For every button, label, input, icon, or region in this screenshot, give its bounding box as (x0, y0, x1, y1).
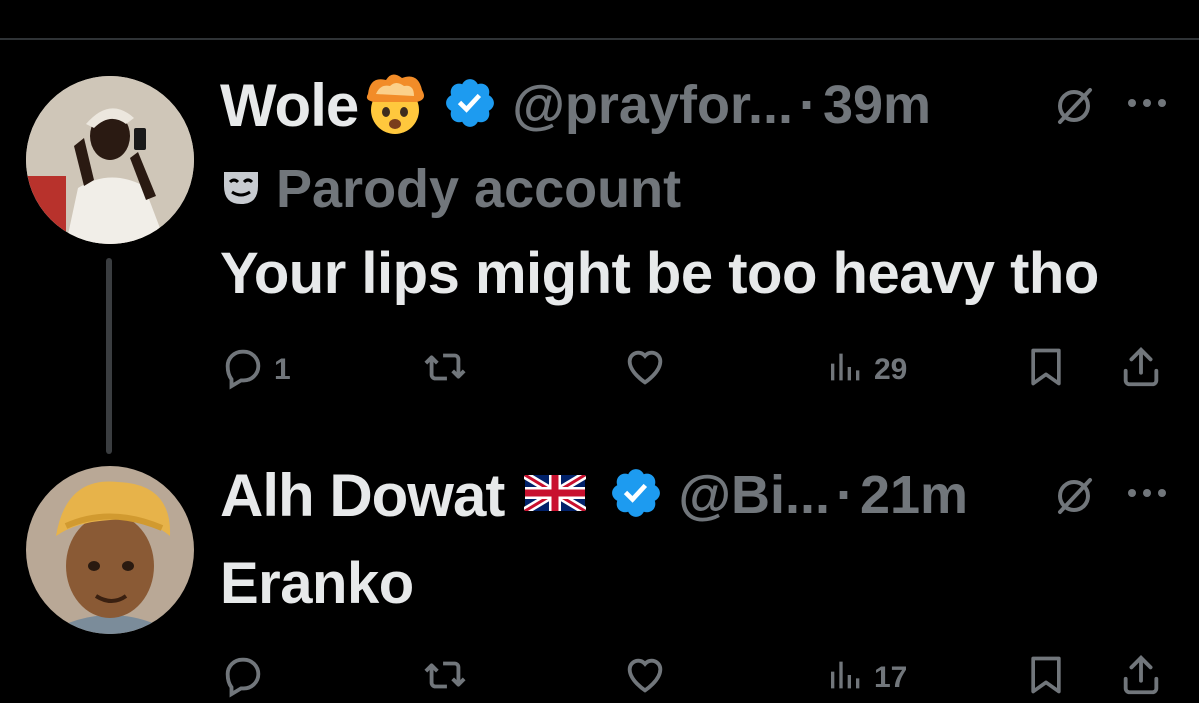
more-options-icon[interactable] (1126, 486, 1168, 505)
like-button[interactable] (622, 344, 668, 395)
tweet2-handle[interactable]: @Bi... (678, 464, 830, 526)
separator-dot: · (836, 465, 854, 525)
reply-button[interactable]: 1 (220, 344, 291, 395)
avatar-alh-dowat[interactable] (26, 466, 194, 634)
like-button[interactable] (622, 652, 668, 703)
share-icon (1118, 652, 1164, 703)
reply-icon (220, 344, 266, 395)
parody-account-label: Parody account (276, 159, 682, 219)
views-count: 17 (874, 660, 908, 694)
tweet1-header: Wole @prayfor... · 39m (220, 70, 931, 141)
repost-button[interactable] (420, 652, 470, 703)
tweet1-timestamp[interactable]: 39m (823, 74, 931, 136)
repost-button[interactable] (420, 344, 470, 395)
tweet1-display-name[interactable]: Wole (220, 71, 359, 140)
bookmark-icon (1024, 344, 1068, 395)
views-button[interactable]: 29 (826, 344, 907, 395)
views-chart-icon (826, 652, 866, 703)
tweet1-text: Your lips might be too heavy tho (220, 241, 1099, 306)
uk-flag-icon (523, 471, 588, 516)
exploding-head-emoji-icon (362, 70, 428, 141)
tweet1-handle[interactable]: @prayfor... (512, 74, 793, 136)
bookmark-button[interactable] (1024, 652, 1068, 703)
share-button[interactable] (1118, 652, 1164, 703)
thread-connector-line (106, 258, 112, 454)
heart-icon (622, 652, 668, 703)
share-icon (1118, 344, 1164, 395)
verified-badge-icon[interactable] (608, 465, 664, 526)
top-divider (0, 38, 1199, 40)
theater-mask-icon (220, 166, 262, 213)
repost-icon (420, 344, 470, 395)
views-button[interactable]: 17 (826, 652, 907, 703)
reply-count: 1 (274, 352, 291, 386)
tweet2-header: Alh Dowat @Bi... · 21m (220, 461, 968, 530)
grok-icon[interactable] (1052, 474, 1096, 523)
reply-icon (220, 652, 266, 703)
separator-dot: · (798, 75, 817, 135)
tweet2-timestamp[interactable]: 21m (860, 464, 968, 526)
more-options-icon[interactable] (1126, 96, 1168, 115)
tweet2-display-name[interactable]: Alh Dowat (220, 461, 505, 530)
bookmark-icon (1024, 652, 1068, 703)
grok-icon[interactable] (1052, 84, 1096, 133)
tweet2-text: Eranko (220, 551, 414, 616)
parody-label-row: Parody account (220, 158, 681, 220)
avatar-wole[interactable] (26, 76, 194, 244)
reply-button[interactable] (220, 652, 266, 703)
heart-icon (622, 344, 668, 395)
views-chart-icon (826, 344, 866, 395)
repost-icon (420, 652, 470, 703)
bookmark-button[interactable] (1024, 344, 1068, 395)
verified-badge-icon[interactable] (442, 75, 498, 136)
views-count: 29 (874, 352, 908, 386)
share-button[interactable] (1118, 344, 1164, 395)
